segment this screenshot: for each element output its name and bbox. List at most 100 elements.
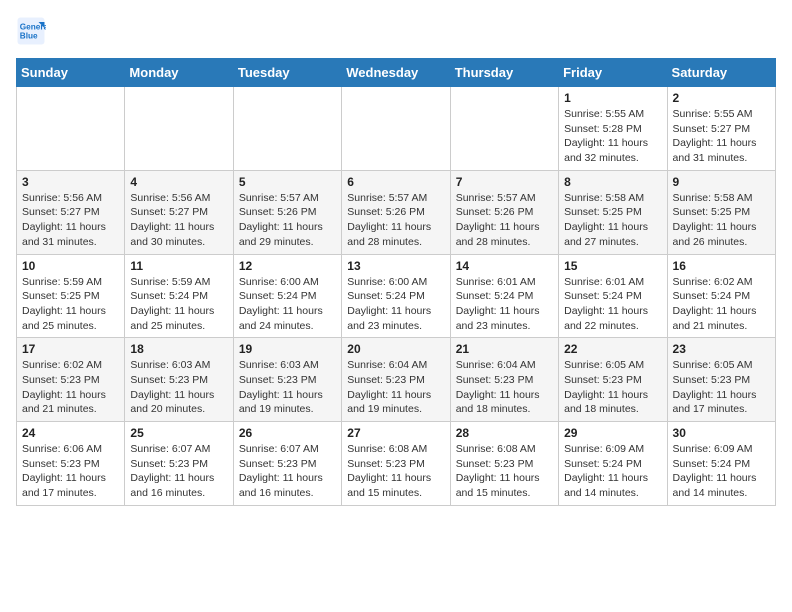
calendar-body: 1Sunrise: 5:55 AM Sunset: 5:28 PM Daylig…	[17, 87, 776, 506]
day-info: Sunrise: 6:04 AM Sunset: 5:23 PM Dayligh…	[347, 358, 444, 417]
calendar-cell: 27 Sunrise: 6:08 AM Sunset: 5:23 PM Dayli…	[342, 422, 450, 506]
day-info: Sunrise: 6:04 AM Sunset: 5:23 PM Dayligh…	[456, 358, 553, 417]
calendar-cell: 3 Sunrise: 5:56 AM Sunset: 5:27 PM Daylig…	[17, 170, 125, 254]
day-number: 12	[239, 259, 336, 273]
week-row-4: 17 Sunrise: 6:02 AM Sunset: 5:23 PM Dayli…	[17, 338, 776, 422]
calendar-cell: 18 Sunrise: 6:03 AM Sunset: 5:23 PM Dayli…	[125, 338, 233, 422]
day-number: 26	[239, 426, 336, 440]
calendar-cell: 22Sunrise: 6:05 AM Sunset: 5:23 PM Dayli…	[559, 338, 667, 422]
calendar-cell	[342, 87, 450, 171]
day-number: 20	[347, 342, 444, 356]
calendar-cell: 24Sunrise: 6:06 AM Sunset: 5:23 PM Dayli…	[17, 422, 125, 506]
calendar-cell	[233, 87, 341, 171]
week-row-2: 3 Sunrise: 5:56 AM Sunset: 5:27 PM Daylig…	[17, 170, 776, 254]
calendar-cell	[17, 87, 125, 171]
day-info: Sunrise: 6:09 AM Sunset: 5:24 PM Dayligh…	[673, 442, 770, 501]
calendar-cell: 11 Sunrise: 5:59 AM Sunset: 5:24 PM Dayli…	[125, 254, 233, 338]
day-info: Sunrise: 6:03 AM Sunset: 5:23 PM Dayligh…	[130, 358, 227, 417]
day-info: Sunrise: 6:07 AM Sunset: 5:23 PM Dayligh…	[239, 442, 336, 501]
calendar-cell: 4 Sunrise: 5:56 AM Sunset: 5:27 PM Daylig…	[125, 170, 233, 254]
day-info: Sunrise: 6:00 AM Sunset: 5:24 PM Dayligh…	[347, 275, 444, 334]
week-row-3: 10 Sunrise: 5:59 AM Sunset: 5:25 PM Dayli…	[17, 254, 776, 338]
calendar-cell: 25 Sunrise: 6:07 AM Sunset: 5:23 PM Dayli…	[125, 422, 233, 506]
calendar-cell	[125, 87, 233, 171]
day-number: 2	[673, 91, 770, 105]
day-info: Sunrise: 5:55 AM Sunset: 5:28 PM Dayligh…	[564, 107, 661, 166]
day-number: 25	[130, 426, 227, 440]
weekday-header-saturday: Saturday	[667, 59, 775, 87]
day-info: Sunrise: 5:57 AM Sunset: 5:26 PM Dayligh…	[239, 191, 336, 250]
day-number: 22	[564, 342, 661, 356]
calendar-cell: 10 Sunrise: 5:59 AM Sunset: 5:25 PM Dayli…	[17, 254, 125, 338]
day-info: Sunrise: 5:59 AM Sunset: 5:25 PM Dayligh…	[22, 275, 119, 334]
calendar-cell: 14 Sunrise: 6:01 AM Sunset: 5:24 PM Dayli…	[450, 254, 558, 338]
calendar-cell: 16Sunrise: 6:02 AM Sunset: 5:24 PM Dayli…	[667, 254, 775, 338]
day-number: 19	[239, 342, 336, 356]
day-info: Sunrise: 5:57 AM Sunset: 5:26 PM Dayligh…	[347, 191, 444, 250]
calendar-cell: 28 Sunrise: 6:08 AM Sunset: 5:23 PM Dayli…	[450, 422, 558, 506]
day-number: 8	[564, 175, 661, 189]
day-info: Sunrise: 6:02 AM Sunset: 5:23 PM Dayligh…	[22, 358, 119, 417]
day-number: 11	[130, 259, 227, 273]
week-row-1: 1Sunrise: 5:55 AM Sunset: 5:28 PM Daylig…	[17, 87, 776, 171]
calendar-cell: 2Sunrise: 5:55 AM Sunset: 5:27 PM Daylig…	[667, 87, 775, 171]
day-number: 4	[130, 175, 227, 189]
calendar-cell: 15 Sunrise: 6:01 AM Sunset: 5:24 PM Dayli…	[559, 254, 667, 338]
logo-icon: General Blue	[16, 16, 46, 46]
weekday-header-sunday: Sunday	[17, 59, 125, 87]
day-number: 13	[347, 259, 444, 273]
day-number: 29	[564, 426, 661, 440]
calendar-cell: 30 Sunrise: 6:09 AM Sunset: 5:24 PM Dayli…	[667, 422, 775, 506]
weekday-header-friday: Friday	[559, 59, 667, 87]
calendar-cell	[450, 87, 558, 171]
day-number: 24	[22, 426, 119, 440]
weekday-header-thursday: Thursday	[450, 59, 558, 87]
calendar-cell: 8 Sunrise: 5:58 AM Sunset: 5:25 PM Daylig…	[559, 170, 667, 254]
week-row-5: 24Sunrise: 6:06 AM Sunset: 5:23 PM Dayli…	[17, 422, 776, 506]
day-info: Sunrise: 6:08 AM Sunset: 5:23 PM Dayligh…	[456, 442, 553, 501]
calendar-cell: 26 Sunrise: 6:07 AM Sunset: 5:23 PM Dayli…	[233, 422, 341, 506]
day-number: 7	[456, 175, 553, 189]
day-number: 16	[673, 259, 770, 273]
day-number: 14	[456, 259, 553, 273]
day-number: 6	[347, 175, 444, 189]
day-info: Sunrise: 5:58 AM Sunset: 5:25 PM Dayligh…	[564, 191, 661, 250]
day-number: 3	[22, 175, 119, 189]
weekday-header-wednesday: Wednesday	[342, 59, 450, 87]
day-number: 28	[456, 426, 553, 440]
day-info: Sunrise: 6:00 AM Sunset: 5:24 PM Dayligh…	[239, 275, 336, 334]
day-info: Sunrise: 5:59 AM Sunset: 5:24 PM Dayligh…	[130, 275, 227, 334]
calendar-cell: 17 Sunrise: 6:02 AM Sunset: 5:23 PM Dayli…	[17, 338, 125, 422]
calendar-cell: 23Sunrise: 6:05 AM Sunset: 5:23 PM Dayli…	[667, 338, 775, 422]
day-info: Sunrise: 6:05 AM Sunset: 5:23 PM Dayligh…	[673, 358, 770, 417]
day-info: Sunrise: 6:09 AM Sunset: 5:24 PM Dayligh…	[564, 442, 661, 501]
day-info: Sunrise: 5:56 AM Sunset: 5:27 PM Dayligh…	[22, 191, 119, 250]
calendar-cell: 29 Sunrise: 6:09 AM Sunset: 5:24 PM Dayli…	[559, 422, 667, 506]
day-info: Sunrise: 6:07 AM Sunset: 5:23 PM Dayligh…	[130, 442, 227, 501]
calendar-cell: 12 Sunrise: 6:00 AM Sunset: 5:24 PM Dayli…	[233, 254, 341, 338]
calendar-cell: 1Sunrise: 5:55 AM Sunset: 5:28 PM Daylig…	[559, 87, 667, 171]
day-number: 15	[564, 259, 661, 273]
day-number: 18	[130, 342, 227, 356]
day-number: 9	[673, 175, 770, 189]
weekday-header-tuesday: Tuesday	[233, 59, 341, 87]
day-number: 27	[347, 426, 444, 440]
day-info: Sunrise: 6:01 AM Sunset: 5:24 PM Dayligh…	[564, 275, 661, 334]
svg-text:Blue: Blue	[20, 32, 38, 41]
calendar-cell: 13 Sunrise: 6:00 AM Sunset: 5:24 PM Dayli…	[342, 254, 450, 338]
calendar-cell: 20 Sunrise: 6:04 AM Sunset: 5:23 PM Dayli…	[342, 338, 450, 422]
day-info: Sunrise: 6:03 AM Sunset: 5:23 PM Dayligh…	[239, 358, 336, 417]
day-number: 21	[456, 342, 553, 356]
day-number: 10	[22, 259, 119, 273]
calendar-cell: 9 Sunrise: 5:58 AM Sunset: 5:25 PM Daylig…	[667, 170, 775, 254]
weekday-header-monday: Monday	[125, 59, 233, 87]
day-info: Sunrise: 6:01 AM Sunset: 5:24 PM Dayligh…	[456, 275, 553, 334]
day-info: Sunrise: 6:08 AM Sunset: 5:23 PM Dayligh…	[347, 442, 444, 501]
calendar-cell: 19 Sunrise: 6:03 AM Sunset: 5:23 PM Dayli…	[233, 338, 341, 422]
day-number: 17	[22, 342, 119, 356]
day-info: Sunrise: 5:56 AM Sunset: 5:27 PM Dayligh…	[130, 191, 227, 250]
day-number: 30	[673, 426, 770, 440]
calendar-table: SundayMondayTuesdayWednesdayThursdayFrid…	[16, 58, 776, 506]
day-info: Sunrise: 5:58 AM Sunset: 5:25 PM Dayligh…	[673, 191, 770, 250]
calendar-cell: 6 Sunrise: 5:57 AM Sunset: 5:26 PM Daylig…	[342, 170, 450, 254]
